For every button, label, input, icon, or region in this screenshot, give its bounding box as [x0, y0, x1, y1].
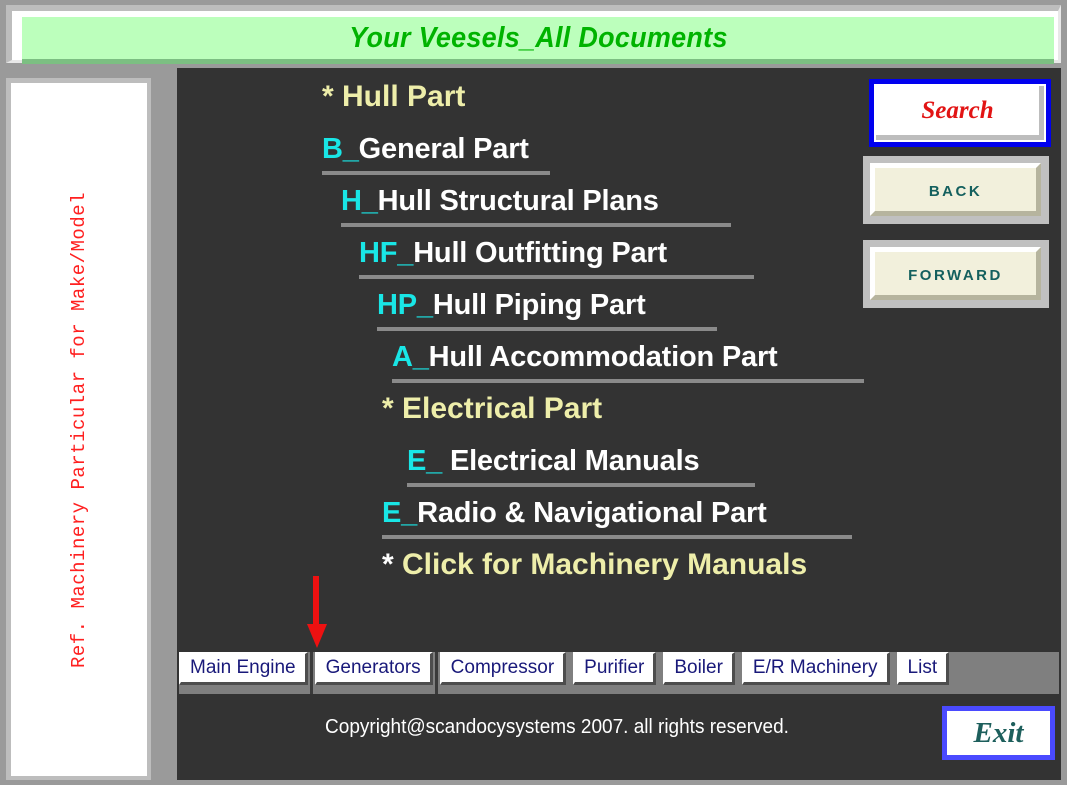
- menu-item[interactable]: E_Radio & Navigational Part: [177, 492, 877, 544]
- menu-item-code: B_: [322, 133, 359, 165]
- menu-section-label: * Click for Machinery Manuals: [382, 548, 807, 581]
- exit-button[interactable]: Exit: [942, 706, 1055, 760]
- sidebar-inner: Ref. Machinery Particular for Make/Model: [11, 83, 147, 776]
- menu-item-label: General Part: [358, 133, 529, 165]
- menu-item-code: E_: [407, 445, 450, 477]
- search-button-face: Search: [876, 86, 1044, 140]
- menu-section-label: * Hull Part: [322, 80, 465, 113]
- menu-item-content[interactable]: E_Radio & Navigational Part: [382, 492, 852, 539]
- menu-section-label: * Electrical Part: [382, 392, 602, 425]
- exit-button-label: Exit: [973, 716, 1024, 749]
- title-bar: Your Veesels_All Documents: [6, 5, 1061, 64]
- menu-item-label: Hull Outfitting Part: [413, 237, 667, 269]
- machinery-tab-label: Generators: [325, 657, 421, 678]
- forward-button[interactable]: Forward: [863, 240, 1049, 308]
- down-arrow-icon: [307, 576, 327, 648]
- menu-item-label: Hull Structural Plans: [377, 185, 659, 217]
- menu-section-text: Hull Part: [342, 80, 466, 113]
- machinery-tab-label: Boiler: [674, 657, 723, 678]
- menu-section-heading: * Hull Part: [177, 76, 877, 128]
- menu-item-label: Hull Piping Part: [432, 289, 646, 321]
- search-button[interactable]: Search: [869, 79, 1051, 147]
- left-sidebar: Ref. Machinery Particular for Make/Model: [6, 78, 151, 780]
- menu-item-code: HF_: [359, 237, 414, 269]
- asterisk-icon: *: [382, 548, 403, 581]
- machinery-tab-label: Main Engine: [190, 657, 296, 678]
- back-button[interactable]: BACK: [863, 156, 1049, 224]
- menu-section-text: Click for Machinery Manuals: [402, 548, 808, 581]
- menu-item-content[interactable]: E_ Electrical Manuals: [407, 440, 755, 487]
- forward-button-label: Forward: [908, 261, 1003, 285]
- forward-button-face: Forward: [870, 247, 1041, 300]
- asterisk-icon: *: [382, 392, 403, 425]
- search-button-label: Search: [921, 96, 994, 124]
- menu-item-code: E_: [382, 497, 418, 529]
- menu-item[interactable]: E_ Electrical Manuals: [177, 440, 877, 492]
- tab-gutter: [435, 652, 438, 694]
- menu-item-content[interactable]: B_General Part: [322, 128, 550, 175]
- machinery-tab-label: List: [907, 657, 938, 678]
- menu-item[interactable]: B_General Part: [177, 128, 877, 180]
- machinery-tab[interactable]: Purifier: [573, 652, 657, 685]
- machinery-tab[interactable]: Compressor: [439, 652, 567, 685]
- menu-item-underline: [322, 171, 550, 175]
- menu-item-code: HP_: [377, 289, 433, 321]
- machinery-tab[interactable]: Generators: [314, 652, 433, 685]
- menu-item-label: Radio & Navigational Part: [417, 497, 767, 529]
- machinery-tab[interactable]: E/R Machinery: [741, 652, 890, 685]
- sidebar-vertical-label: Ref. Machinery Particular for Make/Model: [68, 191, 91, 668]
- machinery-tab[interactable]: Main Engine: [179, 652, 308, 685]
- machinery-tab-bar: Main Engine Generators Compressor Purifier B…: [179, 652, 1059, 694]
- main-content-panel: * Hull Part B_General Part H_Hull Structur…: [177, 68, 1061, 780]
- asterisk-icon: *: [322, 80, 343, 113]
- menu-section-text: Electrical Part: [402, 392, 603, 425]
- copyright-text: Copyright@scandocysystems 2007. all righ…: [325, 716, 789, 738]
- menu-item-underline: [377, 327, 717, 331]
- menu-item-label: Electrical Manuals: [449, 445, 700, 477]
- back-button-label: BACK: [928, 177, 983, 201]
- menu-item-underline: [392, 379, 864, 383]
- title-bar-inner: Your Veesels_All Documents: [22, 17, 1054, 64]
- menu-item[interactable]: H_Hull Structural Plans: [177, 180, 877, 232]
- menu-item-underline: [407, 483, 755, 487]
- machinery-tab-label: E/R Machinery: [752, 657, 878, 678]
- menu-item-content[interactable]: HP_Hull Piping Part: [377, 284, 717, 331]
- document-menu-list: * Hull Part B_General Part H_Hull Structur…: [177, 76, 877, 596]
- machinery-tab-label: Purifier: [584, 657, 645, 678]
- menu-section-heading: * Click for Machinery Manuals: [177, 544, 877, 596]
- menu-item-code: A_: [392, 341, 429, 373]
- tab-gutter: [310, 652, 313, 694]
- machinery-tab[interactable]: Boiler: [663, 652, 735, 685]
- menu-item[interactable]: HF_Hull Outfitting Part: [177, 232, 877, 284]
- machinery-tab[interactable]: List: [896, 652, 950, 685]
- menu-item-underline: [341, 223, 731, 227]
- back-button-face: BACK: [870, 163, 1041, 216]
- page-title: Your Veesels_All Documents: [348, 21, 728, 54]
- menu-item-underline: [359, 275, 754, 279]
- menu-item-content[interactable]: H_Hull Structural Plans: [341, 180, 731, 227]
- menu-item[interactable]: A_Hull Accommodation Part: [177, 336, 877, 388]
- menu-item-content[interactable]: A_Hull Accommodation Part: [392, 336, 864, 383]
- menu-item-underline: [382, 535, 852, 539]
- menu-item-code: H_: [341, 185, 378, 217]
- menu-item-label: Hull Accommodation Part: [428, 341, 778, 373]
- menu-item[interactable]: HP_Hull Piping Part: [177, 284, 877, 336]
- machinery-tab-label: Compressor: [450, 657, 555, 678]
- menu-item-content[interactable]: HF_Hull Outfitting Part: [359, 232, 754, 279]
- machinery-tab-strip: Main Engine Generators Compressor Purifier B…: [179, 652, 956, 694]
- menu-section-heading: * Electrical Part: [177, 388, 877, 440]
